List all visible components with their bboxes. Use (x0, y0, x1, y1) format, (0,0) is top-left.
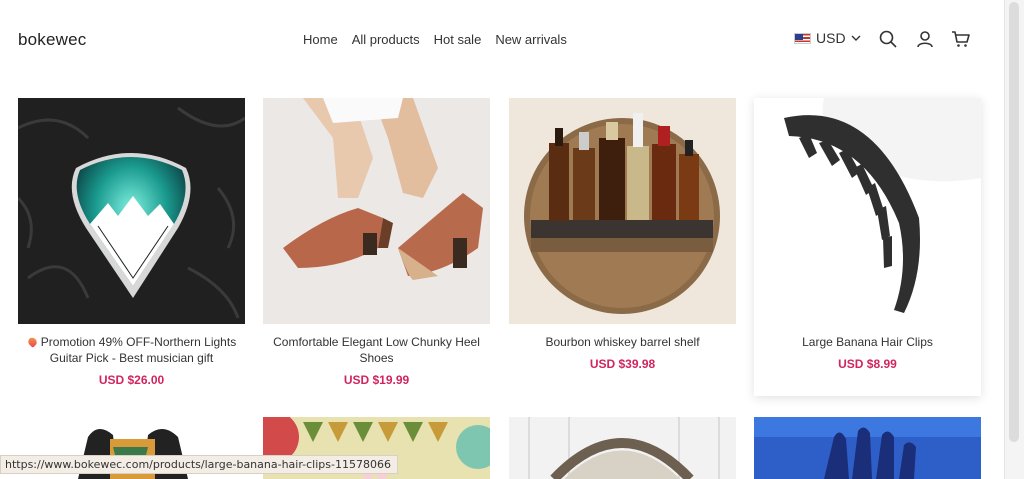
product-title[interactable]: Promotion 49% OFF-Northern Lights Guitar… (18, 334, 245, 366)
currency-selector[interactable]: USD (794, 30, 861, 46)
product-card[interactable]: Bourbon whiskey barrel shelf USD $39.98 (509, 98, 736, 371)
product-card[interactable]: Comfortable Elegant Low Chunky Heel Shoe… (263, 98, 490, 387)
product-price: USD $26.00 (98, 373, 165, 387)
page-scrollbar[interactable] (1004, 0, 1024, 479)
product-title[interactable]: Bourbon whiskey barrel shelf (509, 334, 736, 350)
status-bar-url: https://www.bokewec.com/products/large-b… (0, 455, 398, 474)
cart-icon[interactable] (951, 29, 971, 49)
nav-hot-sale[interactable]: Hot sale (434, 32, 482, 47)
product-image[interactable] (754, 98, 981, 324)
product-price: USD $19.99 (343, 373, 410, 387)
main-nav: Home All products Hot sale New arrivals (303, 32, 567, 47)
product-price: USD $39.98 (589, 357, 656, 371)
product-title[interactable]: Comfortable Elegant Low Chunky Heel Shoe… (263, 334, 490, 366)
chevron-down-icon (851, 35, 861, 41)
product-image[interactable] (509, 98, 736, 324)
nav-new-arrivals[interactable]: New arrivals (495, 32, 567, 47)
site-logo[interactable]: bokewec (18, 30, 87, 50)
product-title[interactable]: Large Banana Hair Clips (754, 334, 981, 350)
product-image[interactable] (18, 98, 245, 324)
product-image[interactable] (263, 98, 490, 324)
product-image[interactable] (509, 417, 736, 479)
us-flag-icon (794, 32, 811, 44)
heart-emoji-icon (26, 336, 39, 348)
currency-label: USD (816, 30, 846, 46)
product-image[interactable] (754, 417, 981, 479)
search-icon[interactable] (878, 29, 898, 49)
site-header: bokewec Home All products Hot sale New a… (0, 0, 1004, 78)
nav-home[interactable]: Home (303, 32, 338, 47)
scroll-thumb[interactable] (1009, 2, 1019, 442)
product-card[interactable]: Large Banana Hair Clips USD $8.99 (754, 98, 981, 396)
product-price: USD $8.99 (838, 357, 897, 371)
account-icon[interactable] (915, 29, 935, 49)
nav-all-products[interactable]: All products (352, 32, 420, 47)
product-card[interactable]: Promotion 49% OFF-Northern Lights Guitar… (18, 98, 245, 387)
